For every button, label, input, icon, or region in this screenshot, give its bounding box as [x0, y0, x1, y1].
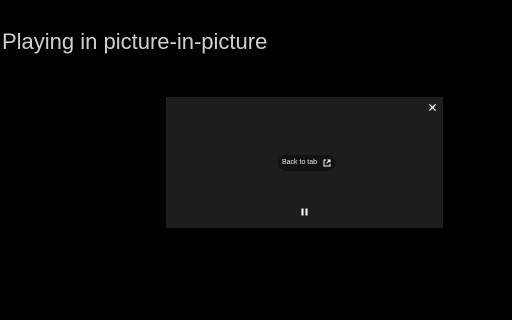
pause-button[interactable]	[299, 207, 309, 217]
back-to-tab-button[interactable]: Back to tab	[278, 155, 336, 171]
close-button[interactable]	[425, 100, 439, 114]
open-in-new-icon	[323, 159, 331, 167]
close-icon	[428, 103, 436, 111]
page-title: Playing in picture-in-picture	[2, 29, 268, 54]
back-to-tab-label: Back to tab	[282, 159, 318, 166]
pause-icon	[301, 208, 308, 216]
picture-in-picture-window[interactable]: Back to tab	[166, 97, 443, 228]
